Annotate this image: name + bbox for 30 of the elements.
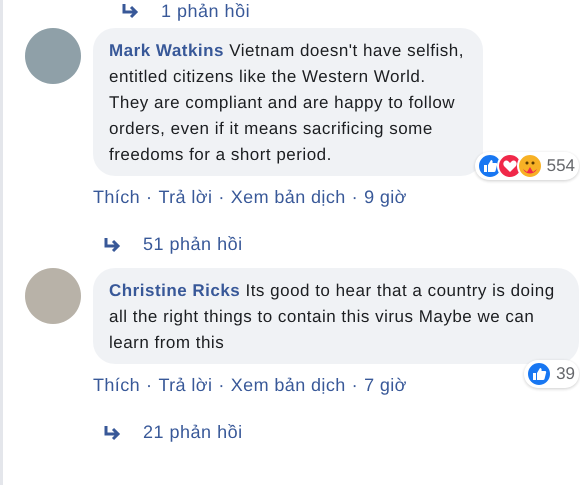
replies-link[interactable]: 21 phản hồi bbox=[143, 419, 243, 446]
reply-arrow-icon bbox=[103, 236, 123, 252]
replies-link[interactable]: 51 phản hồi bbox=[143, 231, 243, 258]
separator-dot: · bbox=[218, 374, 225, 397]
timestamp-link[interactable]: 9 giờ bbox=[364, 184, 407, 211]
separator-dot: · bbox=[352, 186, 358, 209]
reaction-count: 554 bbox=[546, 155, 575, 178]
comment-text: Mark Watkins Vietnam doesn't have selfish, entitled citizens like the Western World. They are compliant and are happy to follow orders, even if it means sacrificing some freedoms for a short period. bbox=[109, 40, 465, 166]
reaction-count: 39 bbox=[556, 363, 575, 386]
action-link[interactable]: Trả lời bbox=[158, 184, 212, 211]
replies-link[interactable]: 1 phản hồi bbox=[161, 0, 250, 24]
separator-dot: · bbox=[146, 374, 152, 397]
action-link[interactable]: Thích bbox=[93, 372, 140, 399]
author-link[interactable]: Mark Watkins bbox=[109, 41, 224, 60]
reactions-badge[interactable]: 39 bbox=[524, 360, 579, 388]
author-link[interactable]: Christine Ricks bbox=[109, 281, 240, 300]
reply-arrow-icon bbox=[103, 424, 123, 440]
action-link[interactable]: Xem bản dịch bbox=[230, 372, 346, 399]
hugging-face-icon bbox=[516, 153, 543, 179]
separator-dot: · bbox=[218, 186, 225, 209]
timestamp-link[interactable]: 7 giờ bbox=[364, 372, 407, 399]
separator-dot: · bbox=[146, 186, 152, 209]
thumbs-up-icon bbox=[526, 361, 552, 387]
action-link[interactable]: Trả lời bbox=[158, 372, 212, 399]
reply-arrow-icon bbox=[121, 3, 141, 19]
separator-dot: · bbox=[352, 374, 358, 397]
action-link[interactable]: Xem bản dịch bbox=[230, 184, 346, 211]
comment-text: Christine Ricks Its good to hear that a country is doing all the right things to contain this virus Maybe we can learn from this bbox=[109, 280, 556, 354]
action-link[interactable]: Thích bbox=[93, 184, 140, 211]
reactions-badge[interactable]: 554 bbox=[474, 152, 579, 180]
